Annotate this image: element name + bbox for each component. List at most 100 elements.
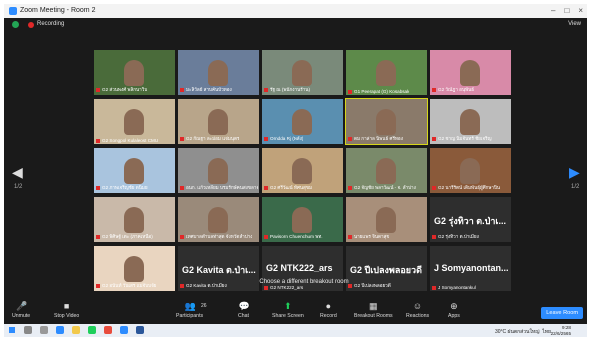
participant-name-text: G2 ชาญ นิ้มจันทร์ ชัยเจริญ [438,136,492,141]
participant-name-label: G2 ส่วนพงศ์ พลิกนาวิน [96,87,147,94]
chrome-icon[interactable] [104,326,112,334]
participant-tile[interactable]: รัฐ ณ (พนักงานร้าน) [262,50,343,95]
stop-video-button[interactable]: ■ Stop Video [54,302,79,320]
participant-tile[interactable]: G2 พิศิษฐ์ เตะ (ภาคเหนือ) [94,197,175,242]
participant-tile[interactable]: G2 นารีรัตน์ เดิมพันธุ์ผู้ศึกษาปิ่น [430,148,511,193]
participant-name-text: G2 NTK222_ars [270,285,304,290]
participant-video [124,207,144,233]
participant-tile[interactable]: G2 ภาพเจริญชัย ดนิมย [94,148,175,193]
participant-name-text: Pavisorn Chuenchum พท. [270,234,323,239]
mic-muted-icon [432,136,436,141]
participant-name-label: รัฐ ณ (พนักงานร้าน) [264,87,310,94]
participant-tile[interactable]: G2 กัณฐา ละม่อม แจ่มนุตร [178,99,259,144]
mic-muted-icon [264,234,268,239]
participant-tile[interactable]: อนก. แก้วเหลี่ยม บรมรักษ์คนสงขลาคอ [178,148,259,193]
windows-start-icon[interactable] [9,327,15,333]
participant-name-label: G2 ภาพเจริญชัย ดนิมย [96,185,148,192]
clock[interactable]: 9:28 22/6/2565 [551,325,571,336]
participant-tile[interactable]: G2 วัณ์ฎา อนุพันธ์ [430,50,511,95]
mic-muted-icon [264,185,268,190]
mic-muted-icon [96,234,100,239]
participant-video [208,109,228,135]
participant-tile[interactable]: G2 Songpol Kulaleost CMU [94,99,175,144]
meeting-toolbar: 🎤 Unmute ■ Stop Video 👥 Participants 26 💬 Ch… [4,298,587,326]
zoom-logo-icon [9,7,17,15]
mic-muted-icon [96,185,100,190]
mic-muted-icon [180,185,184,190]
word-icon[interactable] [136,326,144,334]
participant-tile[interactable]: เทศบาลตำบลท่าสุด จังหวัดลำปาง [178,197,259,242]
file-explorer-icon[interactable] [72,326,80,334]
participant-name-text: G1 Peerapat (G) Kosabsak [354,89,410,94]
participant-video [208,60,228,86]
participant-tile[interactable]: G2 รุ่งทิวา ต.ป่าเ... G2 รุ่งทิวา ต.ป่าเม… [430,197,511,242]
participants-icon: 👥 [184,301,196,311]
line-app-icon[interactable] [88,326,96,334]
participant-video [460,158,480,184]
prev-page-icon[interactable]: ◀ [12,164,23,181]
page-indicator-right: 1/2 [571,184,580,190]
chat-button[interactable]: 💬 Chat [238,302,250,320]
recording-icon [28,22,34,28]
breakout-room-message[interactable]: Choose a different breakout room [259,279,348,285]
maximize-button[interactable]: □ [564,6,569,15]
participants-button[interactable]: 👥 Participants [176,301,203,320]
task-view-icon[interactable] [40,326,48,334]
next-page-icon[interactable]: ▶ [569,164,580,181]
participant-tile[interactable]: Orndda Rj (พลัง) [262,99,343,144]
participant-tile[interactable]: G1 Peerapat (G) Kosabsak [346,50,427,95]
participant-name-label: นายแพร จินดาสุข [348,234,389,241]
mic-muted-icon [96,283,100,288]
participant-name-text: อนก. แก้วเหลี่ยม บรมรักษ์คนสงขลาคอ [186,185,258,190]
search-icon[interactable] [24,326,32,334]
participant-video [460,109,480,135]
participant-name-text: G2 ส่วนพงศ์ พลิกนาวิน [102,87,148,92]
security-shield-icon[interactable] [12,21,19,28]
participant-tile[interactable]: G2 ส่วนพงศ์ พลิกนาวิน [94,50,175,95]
participant-tile[interactable]: มะลิวัลย์ สาบค้นบัวทอง [178,50,259,95]
participant-tile[interactable]: ดม กาล่าล นิพนธ์ ศรีทอง [345,98,428,145]
participant-name-text: G2 จัญชัย พลาวัฒน์ - จ. ลำปาง [354,185,416,190]
title-bar: Zoom Meeting - Room 2 – □ × [4,4,587,18]
participant-name-text: G2 ปีเปลงพลอยวดี [354,283,391,288]
leave-room-button[interactable]: Leave Room [541,307,583,319]
participant-video [124,158,144,184]
participant-tile[interactable]: G2 ชาญ นิ้มจันทร์ ชัยเจริญ [430,99,511,144]
participant-name-text: เทศบาลตำบลท่าสุด จังหวัดลำปาง [186,234,253,239]
unmute-button[interactable]: 🎤 Unmute [12,301,30,320]
mic-muted-icon [96,87,100,92]
apps-button[interactable]: ⊕ Apps [448,301,460,320]
edge-icon[interactable] [56,326,64,334]
view-button[interactable]: View [568,21,581,27]
participant-name-text: Orndda Rj (พลัง) [270,136,304,141]
participant-name-label: G2 Songpol Kulaleost CMU [96,138,158,143]
recording-label: Recording [37,21,65,27]
microphone-muted-icon: 🎤 [16,301,28,311]
participant-tile[interactable]: G2 ปีเปลงพลอยวดี G2 ปีเปลงพลอยวดี [346,246,427,291]
participant-tile[interactable]: G2 Kavita ต.ป่าเ... G2 Kavita ต.ป่าเมี่ยง [178,246,259,291]
participant-tile[interactable]: G2 จัญชัย พลาวัฒน์ - จ. ลำปาง [346,148,427,193]
share-screen-button[interactable]: ⬆ Share Screen [272,302,304,320]
participant-tile[interactable]: G2 ศรีวัฒน์ ทัศนสุขม [262,148,343,193]
participant-tile[interactable]: G2 อนันท์ วันเสร แม่จับบจัย [94,246,175,291]
close-button[interactable]: × [578,6,583,15]
record-button[interactable]: ● Record [320,301,337,320]
participant-name-label: G2 NTK222_ars [264,285,303,290]
mic-muted-icon [348,136,352,141]
participant-tile[interactable]: นายแพร จินดาสุข [346,197,427,242]
participant-tile[interactable]: Pavisorn Chuenchum พท. [262,197,343,242]
reactions-button[interactable]: ☺ Reactions [406,302,429,320]
mic-muted-icon [432,185,436,190]
mic-muted-icon [264,87,268,92]
clock-date: 22/6/2565 [550,330,571,336]
zoom-taskbar-icon[interactable] [120,326,128,334]
participant-name-text: G2 นารีรัตน์ เดิมพันธุ์ผู้ศึกษาปิ่น [438,185,501,190]
participant-name-text: G2 Songpol Kulaleost CMU [102,138,159,143]
participant-name-label: มะลิวัลย์ สาบค้นบัวทอง [180,87,232,94]
minimize-button[interactable]: – [551,6,555,15]
apps-icon: ⊕ [450,301,458,311]
breakout-rooms-button[interactable]: ▦ Breakout Rooms [354,302,393,320]
record-icon: ● [325,301,332,311]
participant-name-text: G2 พิศิษฐ์ เตะ (ภาคเหนือ) [102,234,153,239]
participant-tile[interactable]: J Somyanontan... J Somyanontankul [430,246,511,291]
